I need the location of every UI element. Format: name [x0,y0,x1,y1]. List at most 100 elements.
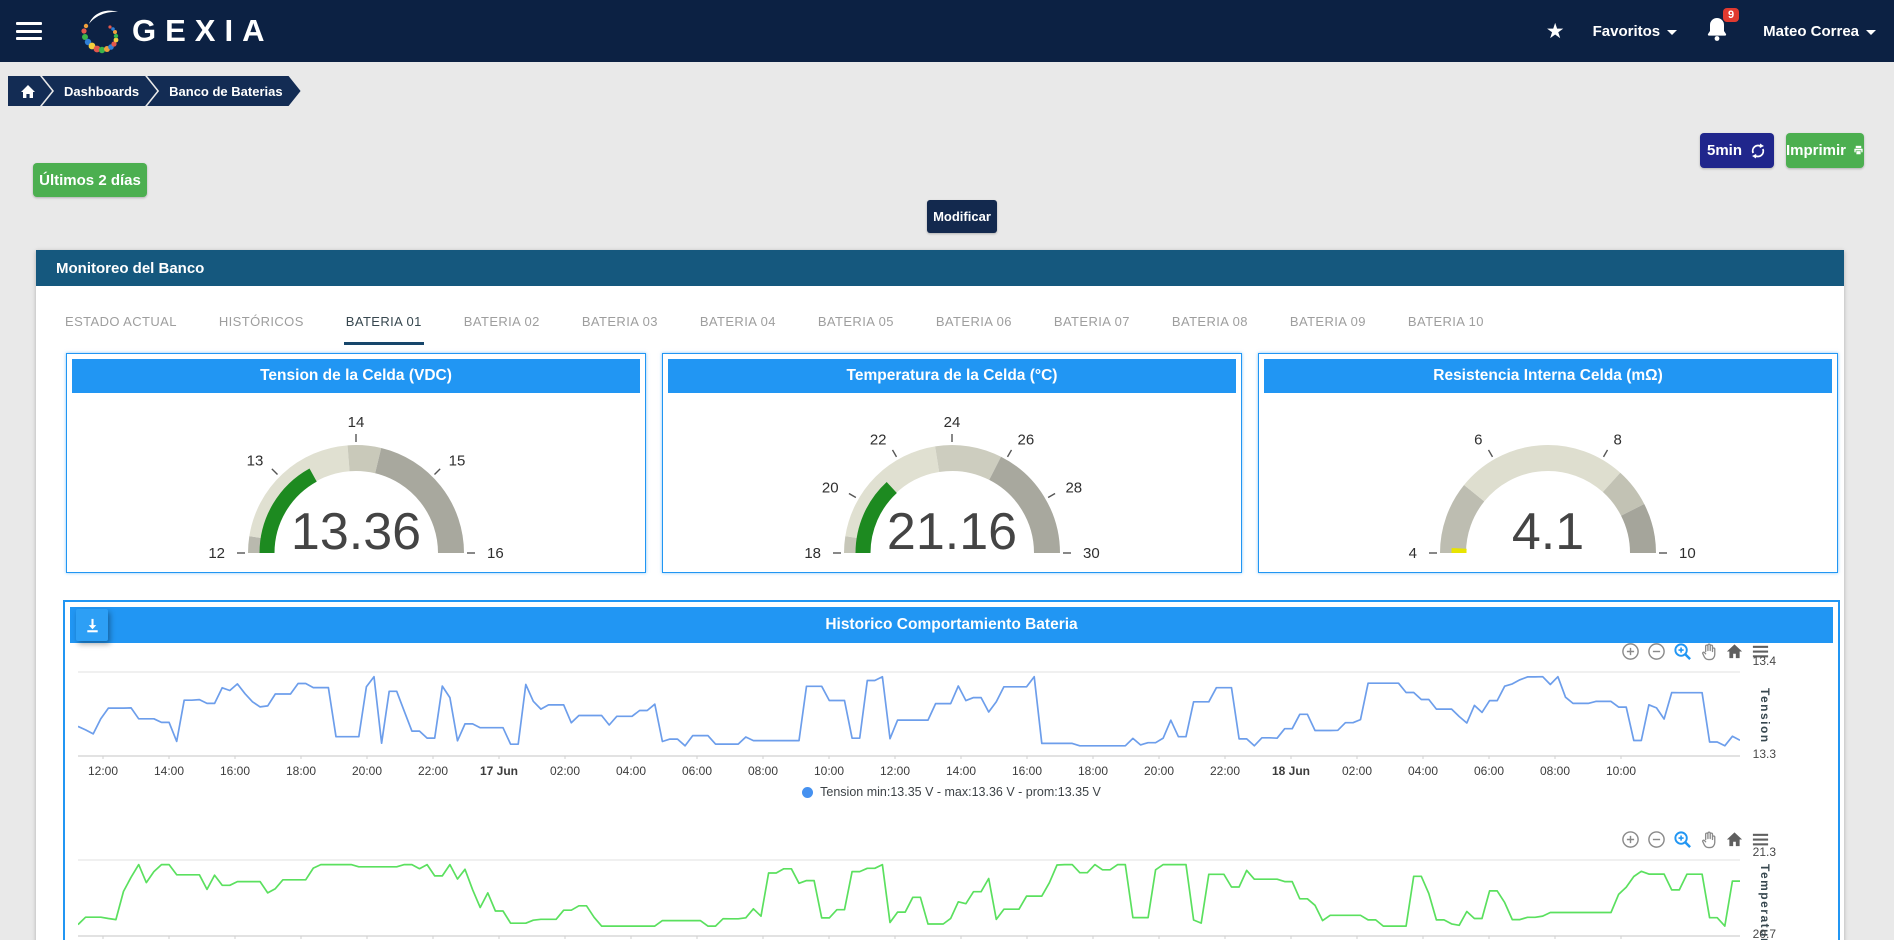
download-icon [84,617,101,634]
tension-y-min: 13.3 [1753,747,1776,761]
gauge-value: 13.36 [291,503,421,561]
panel-title: Monitoreo del Banco [56,260,204,277]
legend-marker-icon [802,787,813,798]
date-range-button[interactable]: Últimos 2 días [33,163,147,197]
tab-bateria-07[interactable]: BATERIA 07 [1052,300,1132,345]
home-icon [20,84,36,99]
x-tick-label: 02:00 [533,764,597,778]
tab-bateria-08[interactable]: BATERIA 08 [1170,300,1250,345]
gexia-swirl-icon [78,7,128,55]
svg-text:24: 24 [944,414,961,431]
gauge-body: 1820222426283021.16 [668,393,1236,565]
x-tick-label: 20:00 [1127,764,1191,778]
chart-title: Historico Comportamiento Bateria [825,616,1077,634]
favorites-dropdown[interactable]: Favoritos [1593,23,1678,40]
legend-text: Tension min:13.35 V - max:13.36 V - prom… [820,785,1101,799]
tension-chart-svg [78,666,1740,760]
tab-históricos[interactable]: HISTÓRICOS [217,300,306,345]
selection-zoom-icon[interactable] [1673,830,1692,849]
download-button[interactable] [76,609,108,641]
tab-bateria-03[interactable]: BATERIA 03 [580,300,660,345]
user-dropdown[interactable]: Mateo Correa [1763,23,1876,40]
tab-bateria-04[interactable]: BATERIA 04 [698,300,778,345]
x-tick-label: 20:00 [335,764,399,778]
gauge-value: 4.1 [1512,503,1584,561]
breadcrumb-dashboards[interactable]: Dashboards [42,76,157,106]
notification-badge: 9 [1723,8,1739,22]
modify-label: Modificar [933,209,991,224]
zoom-in-icon[interactable] [1621,642,1640,661]
monitoring-panel: Monitoreo del Banco ESTADO ACTUAL HISTÓRI… [36,250,1844,940]
zoom-in-icon[interactable] [1621,830,1640,849]
x-tick-label: 22:00 [1193,764,1257,778]
svg-text:28: 28 [1065,480,1082,497]
gauge-card-0: Tension de la Celda (VDC)121314151613.36 [66,353,646,573]
x-tick-label: 17 Jun [467,764,531,778]
gauge-title: Resistencia Interna Celda (mΩ) [1264,359,1832,393]
refresh-label: 5min [1707,142,1742,159]
pan-hand-icon[interactable] [1699,830,1718,849]
print-button[interactable]: Imprimir [1786,133,1864,168]
svg-text:4: 4 [1409,545,1417,562]
tension-y-max: 13.4 [1753,654,1776,668]
tab-bateria-06[interactable]: BATERIA 06 [934,300,1014,345]
range-label: Últimos 2 días [39,172,141,189]
panel-header: Monitoreo del Banco [36,250,1844,286]
zoom-out-icon[interactable] [1647,642,1666,661]
tab-bateria-02[interactable]: BATERIA 02 [462,300,542,345]
breadcrumb-banco-de-baterias[interactable]: Banco de Baterias [147,76,300,106]
x-tick-label: 12:00 [863,764,927,778]
gauge-title: Temperatura de la Celda (°C) [668,359,1236,393]
tab-estado-actual[interactable]: ESTADO ACTUAL [63,300,179,345]
home-reset-icon[interactable] [1725,830,1744,849]
tab-bateria-09[interactable]: BATERIA 09 [1288,300,1368,345]
x-tick-label: 16:00 [203,764,267,778]
tab-bateria-01[interactable]: BATERIA 01 [344,300,424,345]
svg-text:6: 6 [1474,432,1482,449]
x-tick-label: 16:00 [995,764,1059,778]
printer-icon [1853,142,1864,159]
svg-text:16: 16 [487,545,504,562]
tension-plot[interactable] [78,666,1740,760]
tab-bateria-10[interactable]: BATERIA 10 [1406,300,1486,345]
svg-text:30: 30 [1083,545,1100,562]
refresh-interval-button[interactable]: 5min [1700,133,1774,168]
svg-text:26: 26 [1018,432,1035,449]
x-tick-label: 18:00 [1061,764,1125,778]
brand-logo[interactable]: GEXIA [78,7,273,55]
temperatura-chart-svg [78,854,1740,940]
modify-button[interactable]: Modificar [927,200,997,233]
temperatura-y-min: 20.7 [1753,927,1776,940]
home-reset-icon[interactable] [1725,642,1744,661]
chart1-toolbar [1621,642,1770,661]
x-tick-label: 04:00 [599,764,663,778]
svg-text:22: 22 [870,432,887,449]
tension-axis-title: Tension [1758,688,1772,744]
gauge-svg: 468104.1 [1313,393,1783,565]
history-chart-panel: Historico Comportamiento Bateria [63,600,1840,940]
tab-bateria-05[interactable]: BATERIA 05 [816,300,896,345]
selection-zoom-icon[interactable] [1673,642,1692,661]
notifications-bell[interactable]: 9 [1705,16,1729,47]
refresh-icon [1749,142,1767,160]
pan-hand-icon[interactable] [1699,642,1718,661]
navbar-right: ★ Favoritos 9 Mateo Correa [1546,0,1876,62]
favorites-label: Favoritos [1593,23,1661,40]
svg-text:13: 13 [247,452,264,469]
panel-tabs: ESTADO ACTUAL HISTÓRICOS BATERIA 01 BATERIA… [63,300,1486,345]
svg-text:15: 15 [449,452,466,469]
x-tick-label: 08:00 [731,764,795,778]
svg-text:12: 12 [208,545,225,562]
star-icon[interactable]: ★ [1546,19,1565,44]
zoom-out-icon[interactable] [1647,830,1666,849]
breadcrumb: Dashboards Banco de Baterias [8,76,301,106]
svg-text:10: 10 [1679,545,1696,562]
x-tick-label: 08:00 [1523,764,1587,778]
chevron-down-icon [1667,30,1677,35]
x-tick-label: 14:00 [929,764,993,778]
x-tick-label: 02:00 [1325,764,1389,778]
breadcrumb-home[interactable] [8,76,52,106]
chart-legend[interactable]: Tension min:13.35 V - max:13.36 V - prom… [65,785,1838,799]
menu-hamburger-icon[interactable] [16,22,42,40]
temperatura-plot[interactable] [78,854,1740,940]
